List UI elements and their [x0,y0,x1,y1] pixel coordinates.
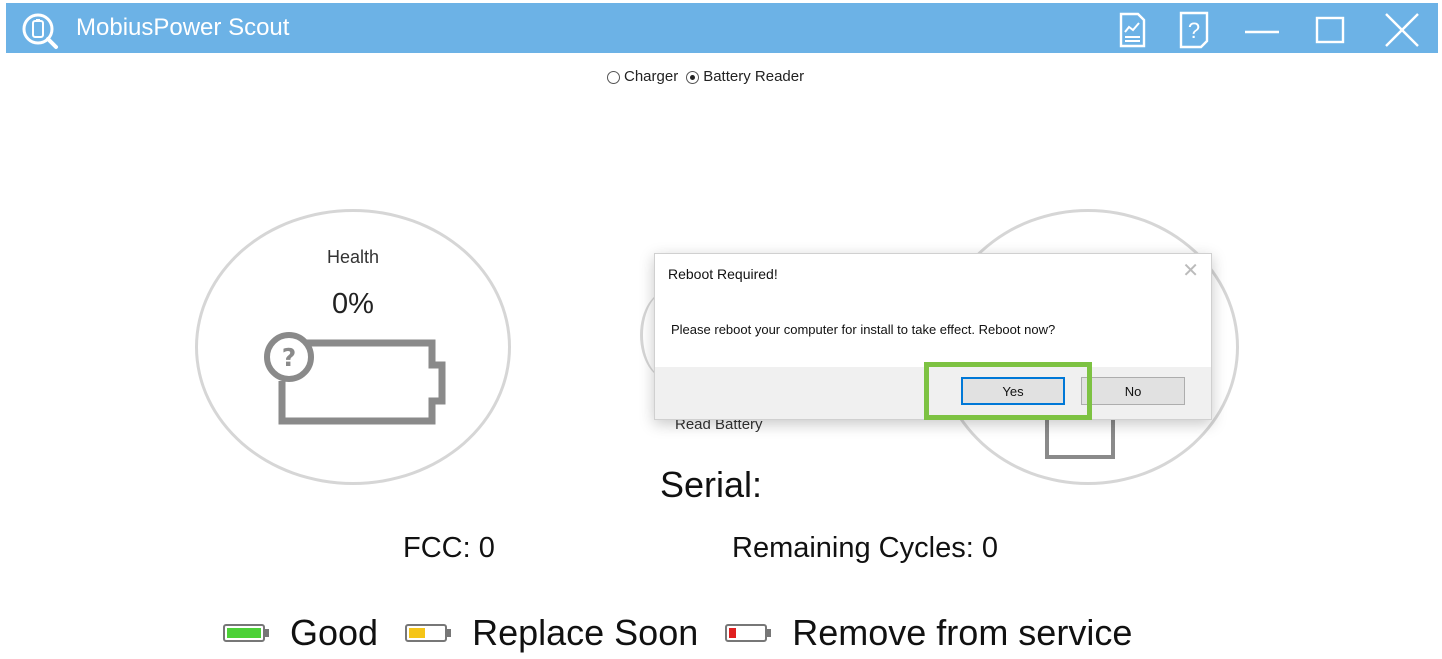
remove-battery-icon [725,624,772,642]
minimize-icon[interactable] [1242,10,1282,50]
window-title: MobiusPower Scout [76,14,290,41]
close-icon[interactable] [1382,10,1422,50]
yes-button-highlight [924,362,1092,420]
help-icon[interactable]: ? [1174,10,1214,50]
charge-battery-icon [1040,415,1120,465]
unknown-battery-icon: ? [262,325,447,425]
maximize-icon[interactable] [1311,10,1351,50]
fcc-label: FCC: 0 [403,532,495,564]
svg-text:?: ? [1188,18,1200,43]
no-button[interactable]: No [1081,377,1185,405]
battery-reader-radio-label[interactable]: Battery Reader [703,66,804,88]
good-battery-icon [223,624,269,642]
health-label: Health [326,247,380,267]
legend-remove-from-service: Remove from service [792,612,1133,653]
report-icon[interactable] [1112,10,1152,50]
title-bar: MobiusPower Scout ? [6,3,1438,53]
status-legend: Good Replace Soon Remove from service [222,612,1158,654]
remaining-cycles-label: Remaining Cycles: 0 [732,532,998,564]
charger-radio[interactable] [607,70,620,84]
replace-battery-icon [405,624,452,642]
legend-replace-soon: Replace Soon [472,612,699,653]
serial-label: Serial: [660,464,763,505]
dialog-close-icon[interactable]: ✕ [1182,261,1199,281]
svg-text:?: ? [282,343,297,372]
charger-radio-label[interactable]: Charger [624,66,678,88]
app-logo-icon [20,11,60,51]
dialog-title: Reboot Required! [668,266,778,282]
dialog-message: Please reboot your computer for install … [671,322,1056,337]
mode-selector: Charger Battery Reader [607,66,804,88]
legend-good: Good [290,612,379,653]
health-value: 0% [332,288,374,320]
battery-reader-radio[interactable] [686,70,700,84]
